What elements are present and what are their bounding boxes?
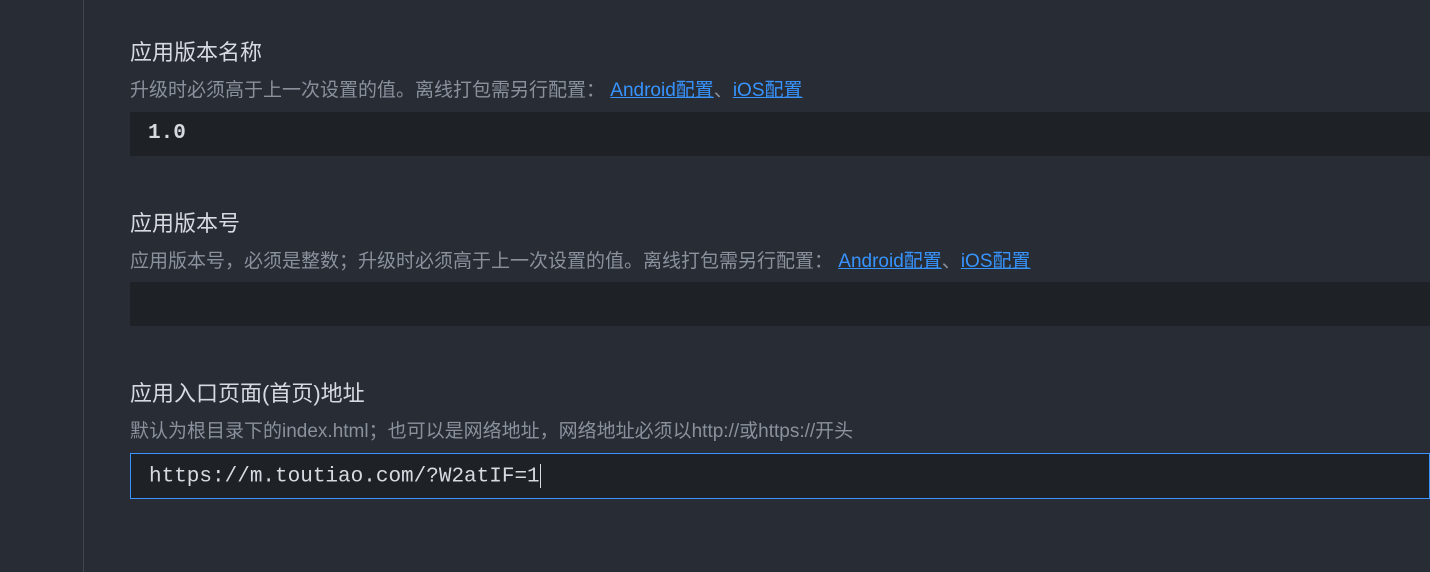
version-code-input[interactable] (130, 282, 1430, 326)
version-name-desc-text: 升级时必须高于上一次设置的值。离线打包需另行配置： (130, 80, 605, 101)
version-name-title: 应用版本名称 (130, 35, 1430, 67)
entry-url-title: 应用入口页面(首页)地址 (130, 376, 1430, 408)
field-version-code: 应用版本号 应用版本号，必须是整数；升级时必须高于上一次设置的值。离线打包需另行… (130, 206, 1430, 327)
entry-url-value: https://m.toutiao.com/?W2atIF=1 (149, 465, 540, 488)
android-config-link[interactable]: Android配置 (838, 251, 942, 272)
entry-url-input[interactable]: https://m.toutiao.com/?W2atIF=1 (130, 453, 1430, 500)
version-name-input[interactable]: 1.0 (130, 112, 1430, 156)
field-version-name: 应用版本名称 升级时必须高于上一次设置的值。离线打包需另行配置： Android… (130, 35, 1430, 156)
version-code-title: 应用版本号 (130, 206, 1430, 238)
field-entry-url: 应用入口页面(首页)地址 默认为根目录下的index.html；也可以是网络地址… (130, 376, 1430, 499)
text-cursor (540, 464, 541, 488)
version-code-desc-text: 应用版本号，必须是整数；升级时必须高于上一次设置的值。离线打包需另行配置： (130, 251, 833, 272)
link-separator: 、 (714, 80, 733, 101)
link-separator: 、 (942, 251, 961, 272)
ios-config-link[interactable]: iOS配置 (733, 80, 803, 101)
android-config-link[interactable]: Android配置 (610, 80, 714, 101)
version-code-description: 应用版本号，必须是整数；升级时必须高于上一次设置的值。离线打包需另行配置： An… (130, 248, 1430, 277)
left-border-divider (83, 0, 84, 572)
entry-url-description: 默认为根目录下的index.html；也可以是网络地址，网络地址必须以http:… (130, 418, 1430, 447)
settings-form: 应用版本名称 升级时必须高于上一次设置的值。离线打包需另行配置： Android… (0, 0, 1430, 499)
version-name-description: 升级时必须高于上一次设置的值。离线打包需另行配置： Android配置、iOS配… (130, 77, 1430, 106)
ios-config-link[interactable]: iOS配置 (961, 251, 1031, 272)
